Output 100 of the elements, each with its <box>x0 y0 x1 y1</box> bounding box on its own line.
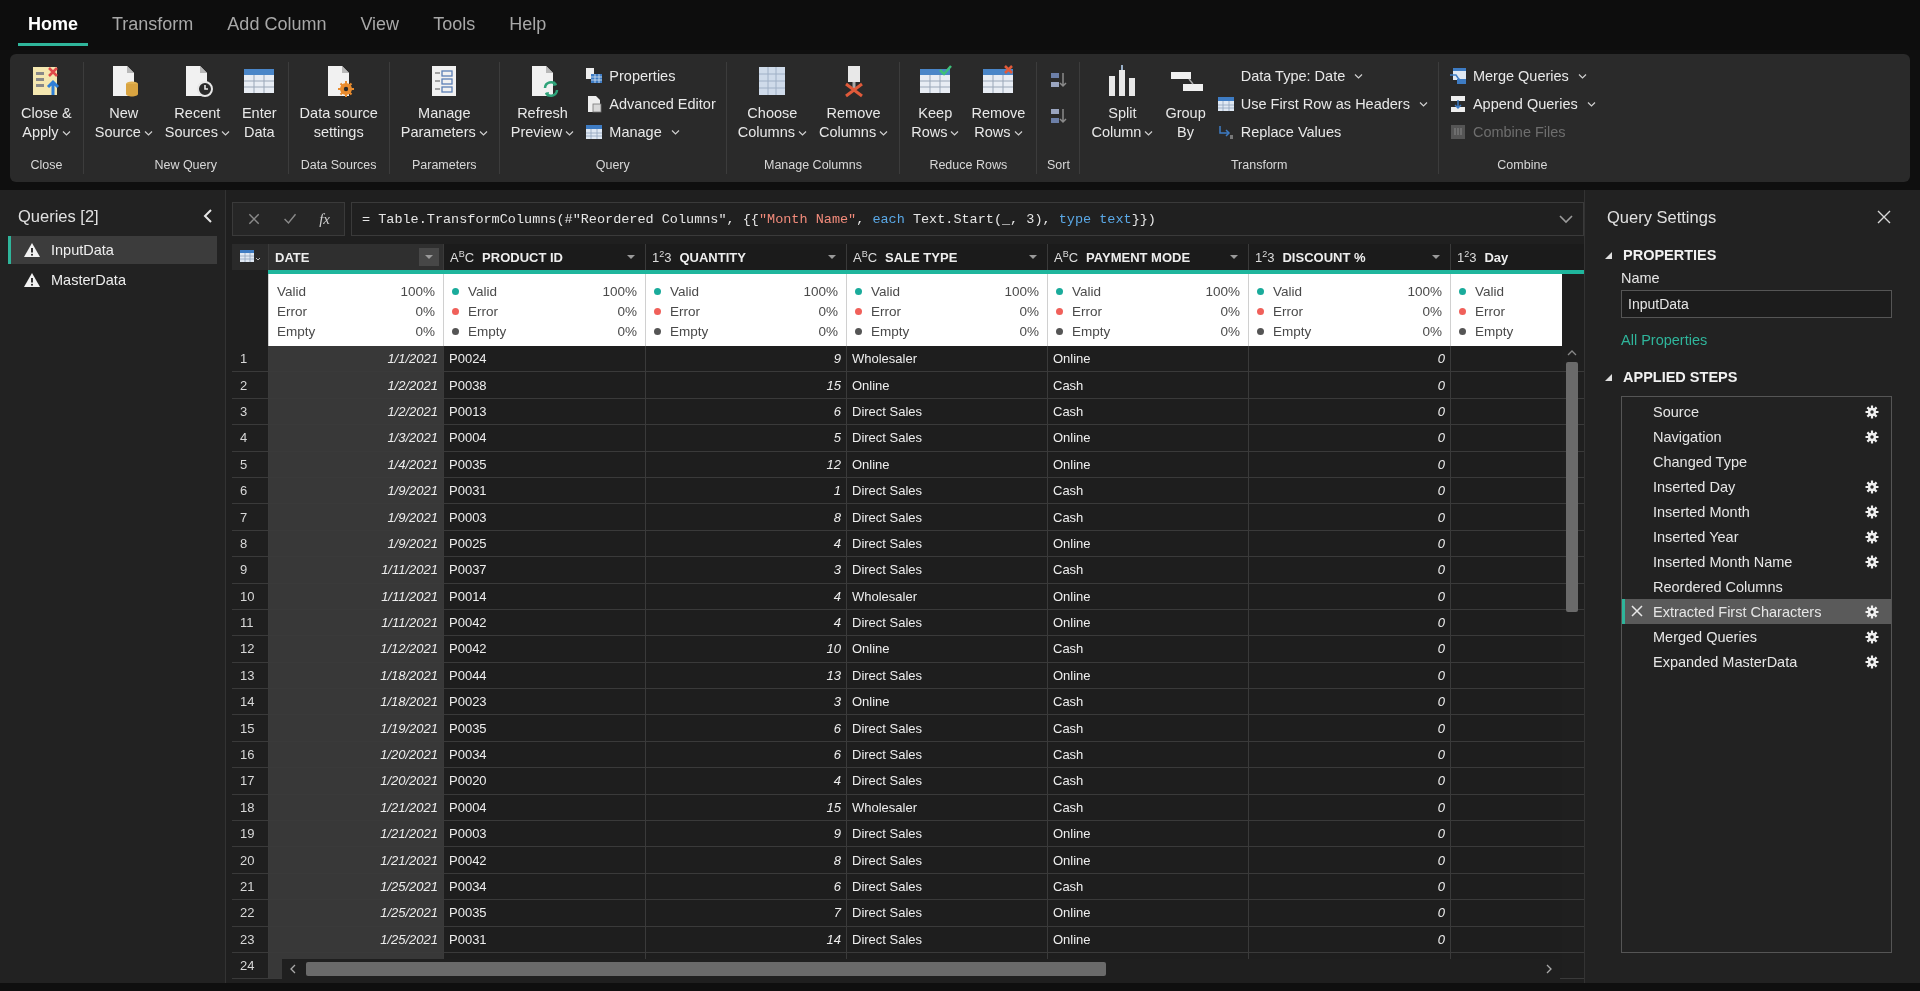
step-item[interactable]: Inserted Month <box>1622 499 1891 524</box>
type-label[interactable]: A$^{B}$C <box>853 248 878 266</box>
type-label[interactable]: 1$^{2}$3 <box>1255 248 1275 266</box>
ribbon-button[interactable]: Recent Sources <box>159 62 235 144</box>
ribbon-button[interactable]: Append Queries <box>1444 92 1600 116</box>
sort-icon[interactable] <box>1049 71 1068 89</box>
ribbon-button[interactable]: Manage <box>581 120 720 144</box>
table-icon <box>239 249 261 265</box>
step-item[interactable]: Inserted Year <box>1622 524 1891 549</box>
ribbon-button[interactable]: Split Column <box>1086 62 1159 144</box>
ribbon-button[interactable]: Merge Queries <box>1444 64 1600 88</box>
ribbon-button[interactable]: Keep Rows <box>906 62 965 144</box>
step-item[interactable]: Reordered Columns <box>1622 574 1891 599</box>
all-properties-link[interactable]: All Properties <box>1621 332 1892 348</box>
ribbon-button[interactable]: New Source <box>89 62 158 144</box>
step-item[interactable]: Navigation <box>1622 424 1891 449</box>
table-cell: 1/9/2021 <box>268 477 443 504</box>
triangle-icon[interactable] <box>1603 372 1613 382</box>
type-label[interactable]: 1$^{2}$3 <box>1457 248 1477 266</box>
combine-files-icon <box>1448 123 1467 141</box>
profile-label: Empty <box>1273 323 1313 339</box>
gear-icon[interactable] <box>1865 654 1879 669</box>
table-cell: 1/25/2021 <box>268 900 443 926</box>
ribbon-button[interactable]: Properties <box>581 64 720 88</box>
ribbon-button[interactable]: Choose Columns <box>732 62 812 144</box>
table-cell: 1/19/2021 <box>268 715 443 741</box>
table-menu-button[interactable] <box>232 244 268 270</box>
gear-icon[interactable] <box>1865 529 1879 544</box>
properties-icon <box>585 67 604 85</box>
step-item[interactable]: Inserted Month Name <box>1622 549 1891 574</box>
profile-label: Valid <box>1273 283 1304 299</box>
ribbon-button[interactable]: Remove Columns <box>813 62 894 144</box>
table-cell: 1/2/2021 <box>268 372 443 398</box>
ribbon-button[interactable]: Replace Values <box>1212 120 1432 144</box>
ribbon-button[interactable]: Data source settings <box>294 62 383 144</box>
table-cell: 1/11/2021 <box>268 609 443 636</box>
ribbon-button[interactable]: Group By <box>1160 62 1211 144</box>
table-cell: 1/12/2021 <box>268 636 443 662</box>
step-item[interactable]: Source <box>1622 399 1891 424</box>
ribbon-button[interactable]: Remove Rows <box>966 62 1031 144</box>
scrollbar[interactable] <box>282 959 1560 979</box>
ribbon-button[interactable]: Manage Parameters <box>395 62 493 144</box>
group-label: Combine <box>1496 158 1549 174</box>
profile-label: Empty <box>670 323 710 339</box>
profile-value: 0% <box>1220 303 1240 319</box>
ribbon-button[interactable]: Enter Data <box>236 62 282 144</box>
ribbon-tab[interactable]: Transform <box>102 14 204 46</box>
sort-icon[interactable] <box>1049 107 1068 125</box>
dropdown-icon[interactable] <box>419 248 439 266</box>
step-item[interactable]: Expanded MasterData <box>1622 649 1891 674</box>
type-label[interactable]: A$^{B}$C <box>1054 248 1079 266</box>
gear-icon[interactable] <box>1865 504 1879 519</box>
profile-label: Empty <box>871 323 911 339</box>
query-item[interactable]: MasterData <box>8 266 217 294</box>
column-header[interactable]: DATE <box>268 244 443 270</box>
ribbon-tab[interactable]: View <box>350 14 410 46</box>
table-cell: 1/4/2021 <box>268 451 443 477</box>
step-item[interactable]: Merged Queries <box>1622 624 1891 649</box>
arrow-left-icon <box>290 964 296 974</box>
document-icon <box>585 95 604 113</box>
delete-icon[interactable] <box>1631 605 1643 617</box>
ribbon-tab[interactable]: Tools <box>423 14 486 46</box>
profile-value: 100% <box>400 283 435 299</box>
triangle-icon[interactable] <box>1603 250 1613 260</box>
ribbon-tab[interactable]: Home <box>18 14 88 46</box>
ribbon-button[interactable]: Use First Row as Headers <box>1212 92 1432 116</box>
step-item[interactable]: Inserted Day <box>1622 474 1891 499</box>
arrow-right-icon <box>1546 964 1552 974</box>
ribbon-button[interactable]: Data Type: Date <box>1212 64 1432 88</box>
ribbon-button[interactable]: Refresh Preview <box>505 62 580 144</box>
profile-label: Error <box>670 303 701 319</box>
profile-label: Error <box>277 303 308 319</box>
expand-icon[interactable] <box>1559 214 1573 224</box>
collapse-icon[interactable] <box>203 209 213 223</box>
profile-label: Error <box>1072 303 1103 319</box>
gear-icon[interactable] <box>1865 479 1879 494</box>
gear-icon[interactable] <box>1865 404 1879 419</box>
panel-title: Query Settings <box>1607 207 1717 227</box>
ribbon-button[interactable]: Advanced Editor <box>581 92 720 116</box>
gear-icon[interactable] <box>1865 429 1879 444</box>
ribbon-button[interactable]: Close & Apply <box>16 62 77 144</box>
profile-label: Valid <box>670 283 701 299</box>
profile-label: Error <box>871 303 902 319</box>
step-item[interactable]: Changed Type <box>1622 449 1891 474</box>
ribbon-tab[interactable]: Help <box>499 14 557 46</box>
gear-icon[interactable] <box>1865 554 1879 569</box>
ribbon-tab[interactable]: Add Column <box>217 14 337 46</box>
group-label: Manage Columns <box>762 158 863 174</box>
arrow-up-icon <box>1567 350 1577 356</box>
type-label[interactable]: A$^{B}$C <box>450 248 475 266</box>
gear-icon[interactable] <box>1865 604 1879 619</box>
function-button[interactable]: fx <box>319 210 330 228</box>
type-label[interactable]: 1$^{2}$3 <box>652 248 672 266</box>
close-icon[interactable] <box>1876 209 1892 225</box>
name-field[interactable]: InputData <box>1621 290 1892 318</box>
step-item[interactable]: Extracted First Characters <box>1622 599 1891 624</box>
gear-icon[interactable] <box>1865 629 1879 644</box>
query-item[interactable]: InputData <box>8 236 217 264</box>
table-cell: 1/1/2021 <box>268 346 443 372</box>
formula-field[interactable]: = Table.TransformColumns(#"Reordered Columns", {{"Month Name", each Text.Start(_, 3), type text}}) <box>351 202 1584 236</box>
